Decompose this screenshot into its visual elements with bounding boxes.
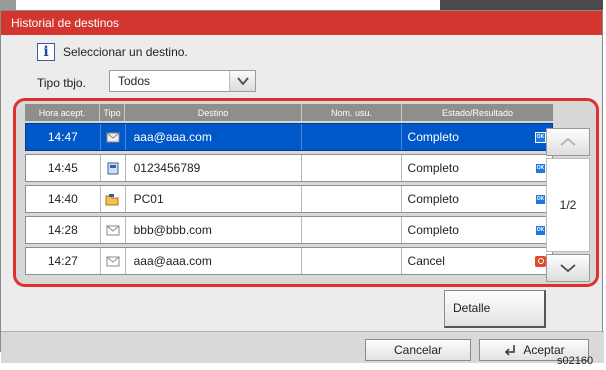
chevron-down-icon — [560, 264, 576, 273]
bottom-bar: Cancelar Aceptar — [1, 331, 604, 363]
ok-icon: OK — [535, 162, 546, 174]
job-type-value: Todos — [118, 74, 151, 88]
row-time: 14:27 — [26, 248, 101, 274]
row-status: Completo OK — [402, 155, 552, 181]
row-time: 14:40 — [26, 186, 101, 212]
chevron-down-icon[interactable] — [229, 71, 255, 91]
email-icon — [101, 217, 126, 243]
row-status: Cancel — [402, 248, 552, 274]
detail-button[interactable]: Detalle — [444, 290, 546, 328]
row-status-text: Completo — [407, 223, 459, 237]
cancel-icon — [535, 255, 546, 267]
scroll-down-button[interactable] — [546, 254, 590, 282]
row-destination: PC01 — [126, 186, 302, 212]
ok-icon: OK — [535, 131, 546, 143]
ok-icon: OK — [535, 193, 546, 205]
fax-icon — [101, 155, 126, 181]
header-destination: Destino — [125, 104, 302, 121]
table-row[interactable]: 14:28 bbb@bbb.com Completo OK — [25, 216, 553, 244]
row-status-text: Completo — [407, 192, 459, 206]
row-time: 14:47 — [26, 124, 101, 150]
scroll-up-button[interactable] — [546, 128, 590, 156]
row-time: 14:28 — [26, 217, 101, 243]
pager: 1/2 — [546, 128, 590, 284]
email-icon — [101, 124, 126, 150]
table-row[interactable]: 14:40 PC01 Completo OK — [25, 185, 553, 213]
table-row[interactable]: 14:45 0123456789 Completo OK — [25, 154, 553, 182]
job-type-dropdown[interactable]: Todos — [109, 70, 256, 92]
enter-icon — [505, 345, 516, 356]
email-icon — [101, 248, 126, 274]
row-time: 14:45 — [26, 155, 101, 181]
row-user — [302, 186, 402, 212]
folder-icon — [101, 186, 126, 212]
destination-history-window: Historial de destinos i Seleccionar un d… — [0, 10, 604, 363]
figure-reference: s02160 — [557, 355, 594, 367]
row-user — [302, 155, 402, 181]
info-message: Seleccionar un destino. — [63, 45, 188, 59]
info-icon: i — [37, 43, 55, 61]
window-title: Historial de destinos — [1, 11, 602, 35]
header-type: Tipo — [100, 104, 125, 121]
table-row[interactable]: 14:47 aaa@aaa.com Completo OK — [25, 123, 553, 151]
chevron-up-icon — [560, 138, 576, 146]
row-destination: bbb@bbb.com — [126, 217, 302, 243]
row-status-text: Cancel — [407, 254, 445, 268]
cancel-button[interactable]: Cancelar — [365, 339, 471, 361]
ok-icon: OK — [535, 224, 546, 236]
page-indicator: 1/2 — [546, 158, 590, 252]
table-header: Hora acept. Tipo Destino Nom. usu. Estad… — [25, 104, 553, 121]
row-user — [302, 217, 402, 243]
row-user — [302, 248, 402, 274]
info-row: i Seleccionar un destino. — [37, 43, 188, 61]
history-rows: 14:47 aaa@aaa.com Completo OK 14:45 0123… — [25, 123, 553, 278]
row-status: Completo OK — [402, 186, 552, 212]
table-row[interactable]: 14:27 aaa@aaa.com Cancel — [25, 247, 553, 275]
header-time: Hora acept. — [25, 104, 100, 121]
row-status-text: Completo — [407, 161, 459, 175]
history-list-frame: Hora acept. Tipo Destino Nom. usu. Estad… — [13, 98, 599, 287]
row-destination: aaa@aaa.com — [126, 248, 302, 274]
row-destination: 0123456789 — [126, 155, 302, 181]
row-user — [302, 124, 402, 150]
header-user: Nom. usu. — [302, 104, 402, 121]
row-destination: aaa@aaa.com — [126, 124, 302, 150]
row-status-text: Completo — [407, 130, 459, 144]
row-status: Completo OK — [402, 124, 552, 150]
job-type-label: Tipo tbjo. — [37, 76, 86, 90]
row-status: Completo OK — [402, 217, 552, 243]
header-status: Estado/Resultado — [441, 107, 514, 118]
